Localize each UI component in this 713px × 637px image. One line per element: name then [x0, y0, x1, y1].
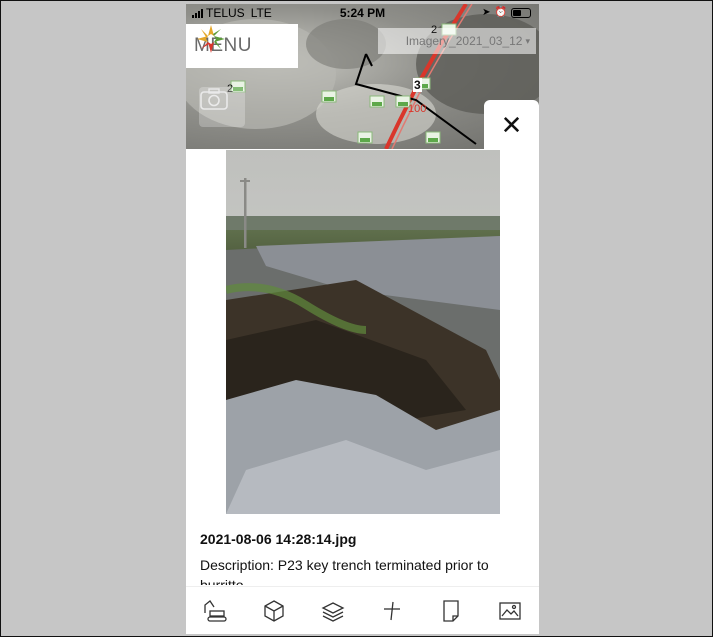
- camera-icon: [200, 88, 228, 110]
- 3d-view-button[interactable]: [258, 595, 290, 627]
- photo-description: Description: P23 key trench terminated p…: [200, 557, 489, 573]
- caret-down-icon: ▾: [525, 35, 530, 46]
- excavator-icon: [204, 600, 228, 622]
- image-button[interactable]: [494, 595, 526, 627]
- imagery-select[interactable]: Imagery_2021_03_12 ▾: [378, 28, 536, 54]
- status-bar: TELUS LTE 5:24 PM ➤ ⏰: [186, 4, 539, 22]
- excavator-button[interactable]: [199, 595, 231, 627]
- cluster-count: 2: [431, 24, 438, 36]
- camera-button[interactable]: [199, 87, 245, 127]
- alarm-icon: ⏰: [494, 7, 507, 18]
- layers-button[interactable]: [317, 595, 349, 627]
- battery-icon: [511, 7, 531, 18]
- site-photo: [226, 150, 500, 514]
- measure-button[interactable]: [376, 595, 408, 627]
- cube-icon: [264, 600, 284, 622]
- phone-screen: TELUS LTE 5:24 PM ➤ ⏰ MENU Imagery_2021_…: [186, 4, 539, 634]
- layers-icon: [321, 602, 345, 622]
- photo-filename: 2021-08-06 14:28:14.jpg: [200, 531, 357, 547]
- page-button[interactable]: [435, 595, 467, 627]
- page-icon: [443, 600, 459, 622]
- distance-label: 100: [408, 103, 427, 115]
- imagery-value: Imagery_2021_03_12: [405, 34, 523, 48]
- cluster-count: 3: [413, 78, 422, 92]
- bottom-toolbar: [186, 586, 539, 634]
- measure-icon: [383, 601, 400, 621]
- close-button[interactable]: ✕: [484, 100, 539, 150]
- close-icon: ✕: [500, 109, 523, 140]
- photo-description-cut: burritto: [200, 577, 244, 585]
- logo-icon: [197, 25, 225, 53]
- location-icon: ➤: [482, 7, 491, 18]
- image-icon: [498, 602, 521, 620]
- menu-button[interactable]: MENU: [186, 24, 298, 68]
